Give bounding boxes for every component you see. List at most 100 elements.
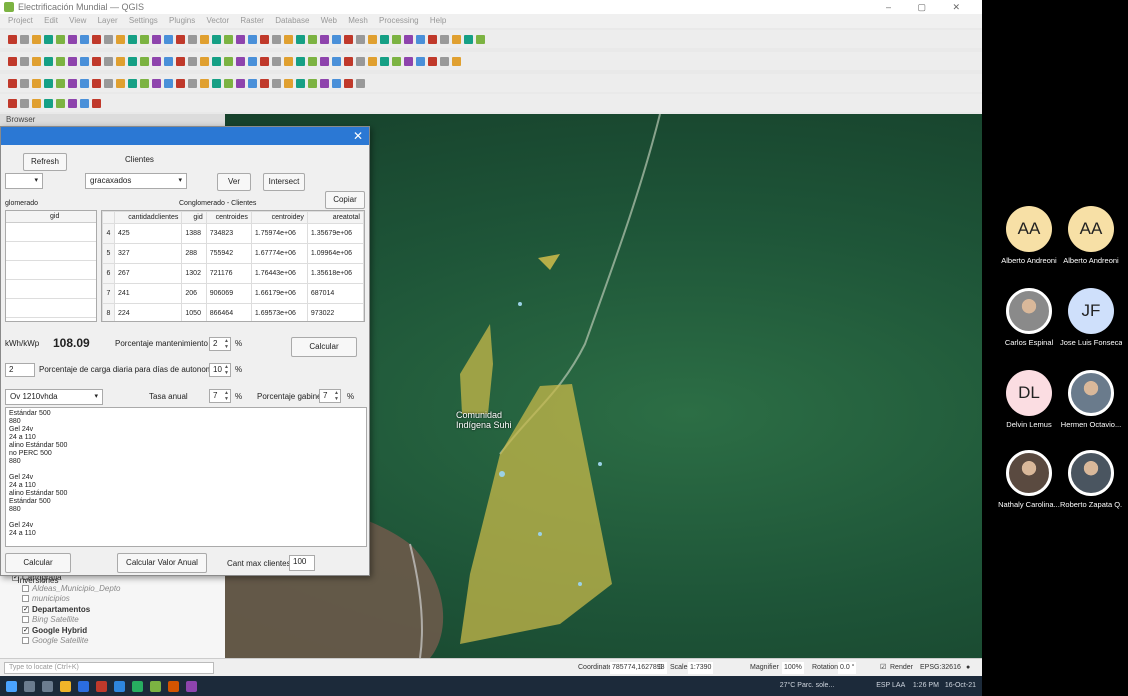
table-row[interactable]: 4 425 1388 734823 1.75974e+06 1.35679e+06 [102, 223, 364, 244]
menu-settings[interactable]: Settings [129, 16, 158, 25]
toolbar-tool-icon[interactable] [20, 34, 29, 44]
menu-plugins[interactable]: Plugins [169, 16, 195, 25]
intersect-button[interactable]: Intersect [263, 173, 305, 191]
toolbar-tool-icon[interactable] [44, 98, 53, 108]
toolbar-tool-icon[interactable] [188, 56, 197, 66]
toolbar-tool-icon[interactable] [164, 78, 173, 88]
col-gid[interactable]: gid [181, 211, 207, 224]
toolbar-tool-icon[interactable] [260, 34, 269, 44]
toolbar-tool-icon[interactable] [32, 56, 41, 66]
table-cell[interactable]: 7 [102, 283, 115, 304]
cluster-polygon-2[interactable] [538, 254, 560, 270]
toolbar-tool-icon[interactable] [380, 34, 389, 44]
table-cell[interactable]: 6 [102, 263, 115, 284]
participant-tile[interactable]: AA Alberto Andreoni [998, 206, 1060, 265]
layer-item[interactable]: Bing Satellite [0, 615, 225, 626]
app-icon[interactable] [168, 680, 179, 692]
toolbar-tool-icon[interactable] [68, 34, 77, 44]
table-cell[interactable]: 241 [113, 283, 183, 304]
layer-checkbox[interactable] [22, 595, 29, 603]
bateria-combo[interactable]: Ov 1210vhda ▾ [5, 389, 103, 405]
toolbar-tool-icon[interactable] [188, 78, 197, 88]
toolbar-tool-icon[interactable] [20, 98, 29, 108]
table-row[interactable]: 6 267 1302 721176 1.76443e+06 1.35618e+06 [102, 263, 364, 284]
calcular-button[interactable]: Calcular [291, 337, 357, 357]
layer-checkbox[interactable]: ✓ [22, 626, 29, 634]
toolbar-tool-icon[interactable] [332, 78, 341, 88]
toolbar-tool-icon[interactable] [116, 34, 125, 44]
grid-row[interactable] [6, 299, 96, 318]
menu-help[interactable]: Help [430, 16, 446, 25]
layer-checkbox[interactable]: ✓ [22, 605, 29, 613]
toolbar-tool-icon[interactable] [116, 78, 125, 88]
table-cell[interactable]: 755942 [205, 243, 252, 264]
toolbar-tool-icon[interactable] [152, 34, 161, 44]
toolbar-tool-icon[interactable] [92, 34, 101, 44]
toolbar-tool-icon[interactable] [212, 56, 221, 66]
table-cell[interactable]: 1.09964e+06 [306, 243, 364, 264]
menu-mesh[interactable]: Mesh [348, 16, 368, 25]
toolbar-tool-icon[interactable] [344, 56, 353, 66]
toolbar-tool-icon[interactable] [68, 56, 77, 66]
clientes-combo[interactable]: gracaxados ▾ [85, 173, 187, 189]
table-cell[interactable]: 8 [102, 303, 115, 321]
crs-button[interactable]: EPSG:32616 [920, 659, 961, 677]
toolbar-tool-icon[interactable] [272, 56, 281, 66]
toolbar-tool-icon[interactable] [80, 56, 89, 66]
toolbar-tool-icon[interactable] [44, 34, 53, 44]
table-cell[interactable]: 288 [181, 243, 207, 264]
calcular-valor-anual-button[interactable]: Calcular Valor Anual [117, 553, 207, 573]
toolbar-tool-icon[interactable] [224, 56, 233, 66]
toolbar-tool-icon[interactable] [248, 34, 257, 44]
toolbar-tool-icon[interactable] [356, 34, 365, 44]
toolbar-tool-icon[interactable] [320, 78, 329, 88]
toolbar-tool-icon[interactable] [200, 34, 209, 44]
toolbar-tool-icon[interactable] [8, 56, 17, 66]
toolbar-tool-icon[interactable] [236, 78, 245, 88]
participant-tile[interactable]: DL Delvin Lemus [998, 370, 1060, 429]
toolbar-tool-icon[interactable] [284, 34, 293, 44]
toolbar-tool-icon[interactable] [56, 34, 65, 44]
clientes-table[interactable]: cantidadclientes gid centroides centroid… [101, 210, 365, 322]
toolbar-tool-icon[interactable] [56, 78, 65, 88]
mantenimiento-spinbox[interactable]: 2 ▲ ▼ [209, 337, 231, 351]
conglomerado-grid[interactable]: gid [5, 210, 97, 322]
grid-row[interactable] [6, 261, 96, 280]
toolbar-tool-icon[interactable] [272, 34, 281, 44]
toolbar-tool-icon[interactable] [224, 78, 233, 88]
toolbar-tool-icon[interactable] [344, 34, 353, 44]
tasa-spinbox[interactable]: 7 ▲ ▼ [209, 389, 231, 403]
toolbar-tool-icon[interactable] [32, 78, 41, 88]
menu-raster[interactable]: Raster [240, 16, 264, 25]
table-cell[interactable]: 1.35618e+06 [306, 263, 364, 284]
table-cell[interactable]: 866464 [205, 303, 252, 321]
table-cell[interactable]: 1.35679e+06 [306, 223, 364, 244]
menu-vector[interactable]: Vector [206, 16, 229, 25]
toolbar-tool-icon[interactable] [368, 56, 377, 66]
col-cantidadclientes[interactable]: cantidadclientes [113, 211, 183, 224]
carga-spinbox[interactable]: 10 ▲ ▼ [209, 363, 231, 377]
participant-tile[interactable]: AA Alberto Andreoni [1060, 206, 1122, 265]
toolbar-tool-icon[interactable] [92, 56, 101, 66]
table-cell[interactable]: 721176 [205, 263, 252, 284]
toolbar-tool-icon[interactable] [284, 78, 293, 88]
toolbar-tool-icon[interactable] [200, 78, 209, 88]
toolbar-tool-icon[interactable] [428, 34, 437, 44]
toolbar-tool-icon[interactable] [128, 56, 137, 66]
table-row[interactable]: 5 327 288 755942 1.67774e+06 1.09964e+06 [102, 243, 364, 264]
toolbar-tool-icon[interactable] [404, 56, 413, 66]
toolbar-tool-icon[interactable] [32, 34, 41, 44]
toolbar-tool-icon[interactable] [104, 78, 113, 88]
weather-text[interactable]: 27°C Parc. sole... [780, 682, 835, 689]
toolbar-tool-icon[interactable] [140, 34, 149, 44]
table-row[interactable]: 8 224 1050 866464 1.69573e+06 973022 [102, 303, 364, 321]
toolbar-tool-icon[interactable] [80, 98, 89, 108]
toolbar-tool-icon[interactable] [224, 34, 233, 44]
taskview-icon[interactable] [42, 680, 53, 692]
magnifier-field[interactable]: 100% [782, 662, 804, 674]
table-cell[interactable]: 1.69573e+06 [250, 303, 308, 321]
participant-tile[interactable]: JF Jose Luis Fonseca... [1060, 288, 1122, 347]
table-cell[interactable]: 267 [113, 263, 183, 284]
participant-tile[interactable]: Carlos Espinal [998, 288, 1060, 347]
app-icon[interactable] [96, 680, 107, 692]
